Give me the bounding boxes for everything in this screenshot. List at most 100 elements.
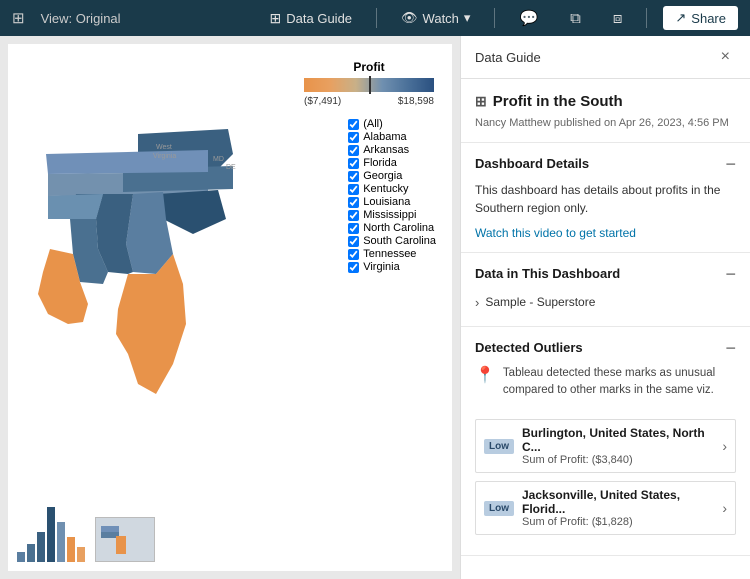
- dashboard-details-content: This dashboard has details about profits…: [461, 181, 750, 252]
- screen-icon: ⧉: [570, 10, 581, 27]
- mini-fl: [116, 536, 126, 554]
- state-item: South Carolina: [348, 235, 436, 247]
- kentucky-shape[interactable]: [46, 150, 208, 174]
- outlier-card-2[interactable]: Low Jacksonville, United States, Florid.…: [475, 481, 736, 535]
- state-checkbox[interactable]: [348, 145, 359, 156]
- state-filter-list: State (All)AlabamaArkansasFloridaGeorgia…: [342, 99, 442, 278]
- outlier-description: Tableau detected these marks as unusual …: [503, 365, 736, 400]
- wv-label: West: [156, 144, 172, 151]
- dashboard-meta: Nancy Matthew published on Apr 26, 2023,…: [475, 115, 736, 132]
- state-checkbox[interactable]: [348, 262, 359, 273]
- outlier-badge-1: Low: [484, 439, 514, 454]
- bar-1: [17, 552, 25, 562]
- watch-chevron-icon: ▾: [464, 10, 471, 26]
- state-item: Virginia: [348, 261, 436, 273]
- top-nav-bar: ⊞ View: Original ⊞ Data Guide 👁 Watch ▾ …: [0, 0, 750, 36]
- bar-6: [67, 537, 75, 562]
- more-icon: ⧈: [613, 10, 623, 27]
- watch-video-link[interactable]: Watch this video to get started: [475, 226, 636, 240]
- state-label: Alabama: [363, 131, 406, 143]
- bar-5: [57, 522, 65, 562]
- bar-2: [27, 544, 35, 562]
- florida-shape[interactable]: [116, 254, 186, 394]
- main-content: Profit ($7,491) $18,598 State (All)Alaba…: [0, 36, 750, 579]
- detected-outliers-header[interactable]: Detected Outliers −: [461, 327, 750, 365]
- legend-max: $18,598: [398, 96, 434, 107]
- state-checkbox[interactable]: [348, 158, 359, 169]
- state-item: North Carolina: [348, 222, 436, 234]
- state-checkbox[interactable]: [348, 171, 359, 182]
- dashboard-details-toggle: −: [725, 155, 736, 173]
- eye-icon: 👁: [401, 10, 418, 26]
- divider-1: [376, 8, 377, 28]
- pin-icon: 📍: [475, 365, 495, 385]
- state-label: Louisiana: [363, 196, 410, 208]
- data-in-dashboard-header[interactable]: Data in This Dashboard −: [461, 253, 750, 291]
- data-guide-icon: ⊞: [270, 10, 282, 27]
- state-checkbox[interactable]: [348, 132, 359, 143]
- dashboard-icon: ⊞: [475, 93, 487, 110]
- state-label: North Carolina: [363, 222, 434, 234]
- state-checkbox[interactable]: [348, 184, 359, 195]
- state-item: Louisiana: [348, 196, 436, 208]
- de-label: DE: [226, 164, 236, 171]
- dashboard-details-title: Dashboard Details: [475, 156, 589, 171]
- state-label: Mississippi: [363, 209, 416, 221]
- divider-3: [646, 8, 647, 28]
- more-button[interactable]: ⧈: [605, 6, 631, 31]
- chart-panel: Profit ($7,491) $18,598 State (All)Alaba…: [0, 36, 460, 579]
- state-label: Tennessee: [363, 248, 416, 260]
- legend-gradient[interactable]: [304, 78, 434, 92]
- outlier-arrow-2: ›: [722, 500, 727, 516]
- state-item: Arkansas: [348, 144, 436, 156]
- outlier-card-1[interactable]: Low Burlington, United States, North C..…: [475, 419, 736, 473]
- arkansas-shape[interactable]: [48, 194, 103, 219]
- state-checkbox[interactable]: [348, 223, 359, 234]
- panel-header-title: Data Guide: [475, 50, 541, 65]
- state-checkbox[interactable]: [348, 210, 359, 221]
- detected-outliers-section: Detected Outliers − 📍 Tableau detected t…: [461, 327, 750, 557]
- close-button[interactable]: ×: [715, 46, 736, 68]
- dashboard-title: ⊞ Profit in the South: [475, 93, 736, 110]
- state-label: Kentucky: [363, 183, 408, 195]
- comment-icon: 💬: [519, 9, 538, 27]
- bar-4: [47, 507, 55, 562]
- state-label: Georgia: [363, 170, 402, 182]
- detected-outliers-content: 📍 Tableau detected these marks as unusua…: [461, 365, 750, 556]
- outlier-name-2: Jacksonville, United States, Florid...: [522, 488, 718, 516]
- data-in-dashboard-title: Data in This Dashboard: [475, 266, 620, 281]
- chevron-right-icon: ›: [475, 295, 479, 310]
- data-in-dashboard-section: Data in This Dashboard − › Sample - Supe…: [461, 253, 750, 327]
- state-label: South Carolina: [363, 235, 436, 247]
- data-in-dashboard-toggle: −: [725, 265, 736, 283]
- mini-chart: [13, 496, 213, 566]
- comment-button[interactable]: 💬: [511, 5, 546, 31]
- dashboard-details-desc: This dashboard has details about profits…: [475, 181, 736, 217]
- legend-min: ($7,491): [304, 96, 341, 107]
- share-button[interactable]: ↗ Share: [663, 6, 738, 30]
- bar-3: [37, 532, 45, 562]
- detected-outliers-toggle: −: [725, 339, 736, 357]
- state-label: Arkansas: [363, 144, 409, 156]
- outlier-info-2: Jacksonville, United States, Florid... S…: [522, 488, 718, 528]
- outlier-info-1: Burlington, United States, North C... Su…: [522, 426, 718, 466]
- outlier-badge-2: Low: [484, 501, 514, 516]
- outlier-arrow-1: ›: [722, 438, 727, 454]
- dashboard-details-header[interactable]: Dashboard Details −: [461, 143, 750, 181]
- fullscreen-button[interactable]: ⧉: [562, 6, 589, 31]
- state-checkbox[interactable]: [348, 236, 359, 247]
- state-checkbox[interactable]: [348, 249, 359, 260]
- watch-button[interactable]: 👁 Watch ▾: [393, 6, 478, 30]
- state-checkbox[interactable]: [348, 119, 359, 130]
- map-area: West Virginia DE MD: [8, 54, 268, 474]
- state-item: (All): [348, 118, 436, 130]
- south-carolina-shape[interactable]: [158, 190, 226, 234]
- dashboard-title-section: ⊞ Profit in the South Nancy Matthew publ…: [461, 79, 750, 143]
- state-item: Kentucky: [348, 183, 436, 195]
- map-svg[interactable]: West Virginia DE MD: [8, 54, 268, 434]
- state-item: Tennessee: [348, 248, 436, 260]
- superstore-item[interactable]: › Sample - Superstore: [475, 291, 736, 314]
- data-guide-button[interactable]: ⊞ Data Guide: [262, 6, 361, 31]
- outlier-value-2: Sum of Profit: ($1,828): [522, 516, 718, 528]
- state-checkbox[interactable]: [348, 197, 359, 208]
